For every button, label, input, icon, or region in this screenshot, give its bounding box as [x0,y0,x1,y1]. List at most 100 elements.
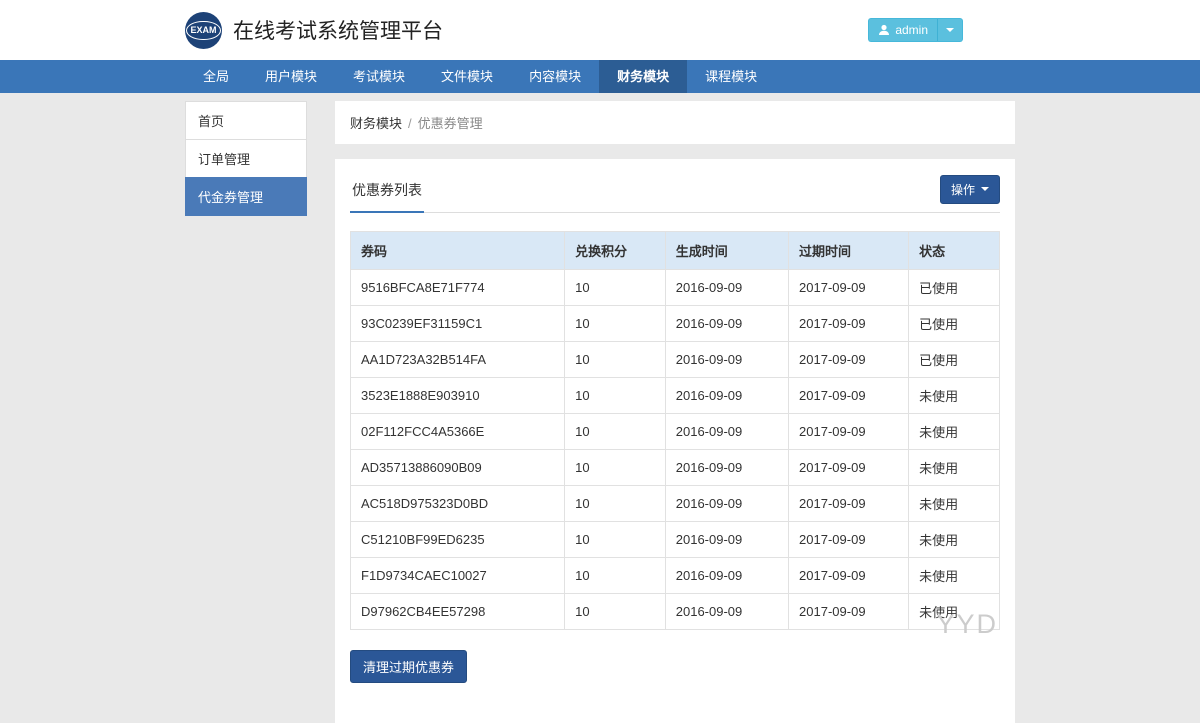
sidebar-item-代金券管理[interactable]: 代金券管理 [185,177,307,216]
table-row: AA1D723A32B514FA102016-09-092017-09-09已使… [351,342,1000,378]
app-logo-text: EXAM [186,21,220,40]
table-cell: 未使用 [909,414,1000,450]
column-header: 状态 [909,232,1000,270]
table-cell: 2016-09-09 [665,522,788,558]
table-cell: AD35713886090B09 [351,450,565,486]
table-cell: 未使用 [909,522,1000,558]
table-cell: 未使用 [909,378,1000,414]
table-cell: 2017-09-09 [789,414,909,450]
table-cell: 10 [565,378,666,414]
main-content: 财务模块 / 优惠券管理 优惠券列表 操作 券码兑换积分生成时间过期时间状态 951… [335,101,1015,723]
app-header: EXAM 在线考试系统管理平台 admin [0,0,1200,60]
chevron-down-icon [946,28,954,32]
breadcrumb-parent[interactable]: 财务模块 [350,116,402,131]
table-cell: 2016-09-09 [665,594,788,630]
user-icon [878,24,890,36]
table-cell: 未使用 [909,450,1000,486]
table-cell: 10 [565,414,666,450]
table-cell: 2016-09-09 [665,486,788,522]
table-row: F1D9734CAEC10027102016-09-092017-09-09未使… [351,558,1000,594]
table-cell: 2017-09-09 [789,270,909,306]
action-button-label: 操作 [951,181,975,198]
table-row: 02F112FCC4A5366E102016-09-092017-09-09未使… [351,414,1000,450]
column-header: 过期时间 [789,232,909,270]
table-cell: 2016-09-09 [665,558,788,594]
table-cell: 2017-09-09 [789,522,909,558]
nav-item-文件模块[interactable]: 文件模块 [423,60,511,93]
breadcrumb: 财务模块 / 优惠券管理 [335,101,1015,144]
app-logo: EXAM [185,12,222,49]
table-cell: 2016-09-09 [665,378,788,414]
coupon-table: 券码兑换积分生成时间过期时间状态 9516BFCA8E71F774102016-… [350,231,1000,630]
coupon-table-wrap: 券码兑换积分生成时间过期时间状态 9516BFCA8E71F774102016-… [350,231,1000,630]
table-cell: 2017-09-09 [789,378,909,414]
table-cell: 已使用 [909,270,1000,306]
table-cell: 10 [565,342,666,378]
table-cell: 2017-09-09 [789,306,909,342]
coupon-table-head-row: 券码兑换积分生成时间过期时间状态 [351,232,1000,270]
nav-item-考试模块[interactable]: 考试模块 [335,60,423,93]
table-row: AD35713886090B09102016-09-092017-09-09未使… [351,450,1000,486]
nav-item-课程模块[interactable]: 课程模块 [687,60,775,93]
column-header: 生成时间 [665,232,788,270]
table-cell: 10 [565,558,666,594]
table-cell: AC518D975323D0BD [351,486,565,522]
nav-item-财务模块[interactable]: 财务模块 [599,60,687,93]
table-row: D97962CB4EE57298102016-09-092017-09-09未使… [351,594,1000,630]
coupon-panel: 优惠券列表 操作 券码兑换积分生成时间过期时间状态 9516BFCA8E71F7… [335,159,1015,723]
user-name: admin [895,23,928,37]
table-cell: 10 [565,486,666,522]
table-cell: 已使用 [909,306,1000,342]
table-cell: D97962CB4EE57298 [351,594,565,630]
panel-header: 优惠券列表 操作 [350,174,1000,213]
page-title: 在线考试系统管理平台 [233,15,443,45]
user-menu: admin [868,18,963,42]
nav-item-内容模块[interactable]: 内容模块 [511,60,599,93]
table-cell: 2017-09-09 [789,594,909,630]
sidebar-item-首页[interactable]: 首页 [185,101,307,140]
breadcrumb-current: 优惠券管理 [418,116,483,131]
coupon-table-body: 9516BFCA8E71F774102016-09-092017-09-09已使… [351,270,1000,630]
table-cell: 10 [565,594,666,630]
sidebar: 首页订单管理代金券管理 [185,101,307,723]
main-nav-items: 全局用户模块考试模块文件模块内容模块财务模块课程模块 [185,60,1015,93]
column-header: 券码 [351,232,565,270]
table-cell: 2016-09-09 [665,414,788,450]
table-cell: 2017-09-09 [789,450,909,486]
table-cell: 未使用 [909,558,1000,594]
table-cell: 02F112FCC4A5366E [351,414,565,450]
table-cell: 未使用 [909,486,1000,522]
table-cell: 2017-09-09 [789,342,909,378]
table-row: 3523E1888E903910102016-09-092017-09-09未使… [351,378,1000,414]
table-row: C51210BF99ED6235102016-09-092017-09-09未使… [351,522,1000,558]
table-row: AC518D975323D0BD102016-09-092017-09-09未使… [351,486,1000,522]
table-cell: 93C0239EF31159C1 [351,306,565,342]
nav-item-全局[interactable]: 全局 [185,60,247,93]
user-button[interactable]: admin [868,18,937,42]
table-cell: 10 [565,522,666,558]
table-cell: F1D9734CAEC10027 [351,558,565,594]
table-cell: 2016-09-09 [665,342,788,378]
breadcrumb-separator: / [408,116,412,131]
table-row: 93C0239EF31159C1102016-09-092017-09-09已使… [351,306,1000,342]
clear-expired-coupons-button[interactable]: 清理过期优惠券 [350,650,467,683]
table-cell: 2016-09-09 [665,306,788,342]
table-cell: 2017-09-09 [789,558,909,594]
table-cell: 2016-09-09 [665,450,788,486]
tab-coupon-list[interactable]: 优惠券列表 [350,174,424,213]
table-cell: 9516BFCA8E71F774 [351,270,565,306]
table-cell: AA1D723A32B514FA [351,342,565,378]
table-cell: 2017-09-09 [789,486,909,522]
watermark: YYD [936,609,998,640]
table-cell: 10 [565,306,666,342]
table-cell: 2016-09-09 [665,270,788,306]
sidebar-item-订单管理[interactable]: 订单管理 [185,139,307,178]
action-dropdown-button[interactable]: 操作 [940,175,1000,204]
nav-item-用户模块[interactable]: 用户模块 [247,60,335,93]
table-cell: 10 [565,270,666,306]
chevron-down-icon [981,187,989,191]
user-dropdown-toggle[interactable] [937,18,963,42]
column-header: 兑换积分 [565,232,666,270]
table-cell: 10 [565,450,666,486]
table-cell: C51210BF99ED6235 [351,522,565,558]
